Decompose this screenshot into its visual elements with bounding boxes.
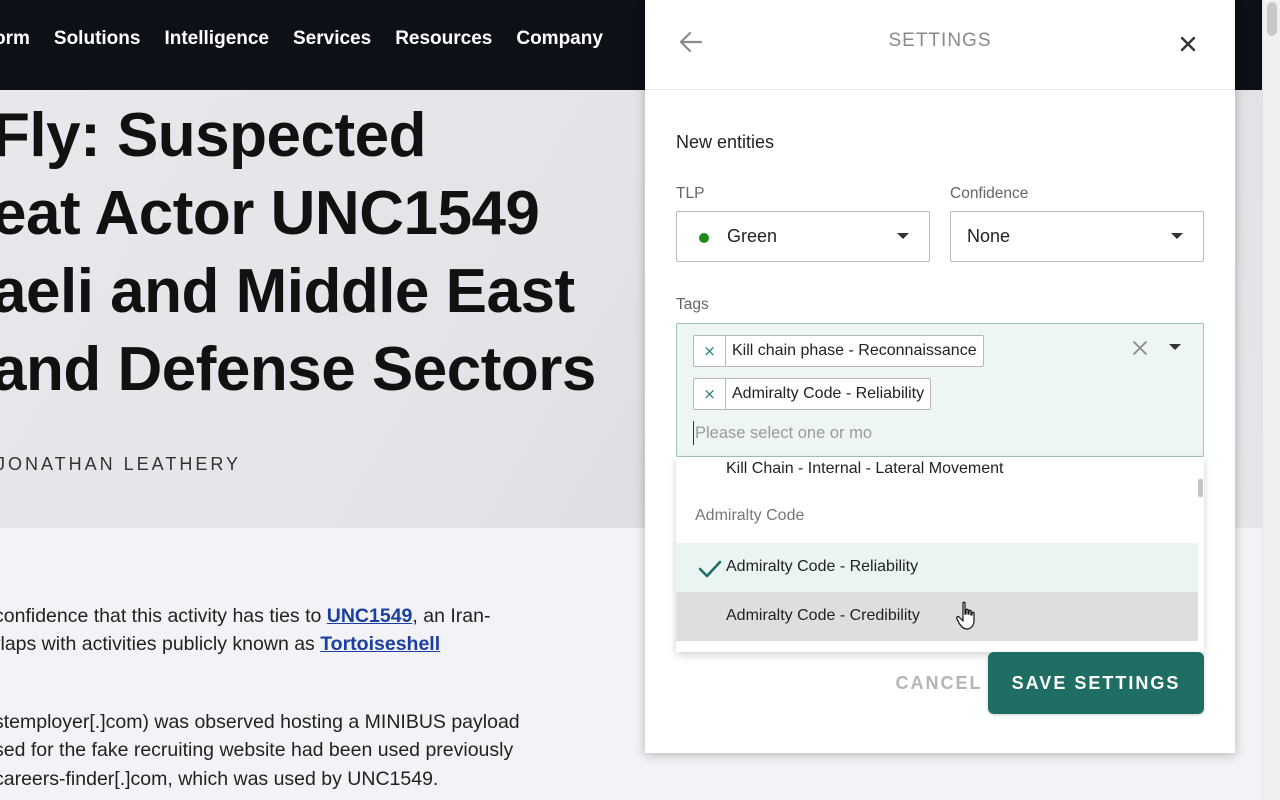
chevron-down-icon[interactable] (1169, 344, 1181, 350)
confidence-label: Confidence (950, 185, 1029, 202)
article-text: confidence that this activity has ties t… (0, 605, 327, 627)
dropdown-option-label: Admiralty Code - Reliability (726, 558, 919, 575)
dropdown-scrollbar[interactable] (1198, 479, 1203, 497)
tag-chip-label: Admiralty Code - Reliability (732, 385, 925, 402)
tag-chip: × Kill chain phase - Reconnaissance (693, 335, 984, 367)
clear-all-icon[interactable] (1130, 338, 1150, 358)
dropdown-option[interactable]: Kill Chain - Internal - Lateral Movement (676, 457, 1198, 494)
tlp-label: TLP (676, 185, 705, 202)
nav-item-intelligence[interactable]: Intelligence (164, 28, 269, 50)
article-author: JONATHAN LEATHERY (0, 454, 242, 474)
tortoiseshell-link[interactable]: Tortoiseshell (320, 633, 440, 655)
nav-item-services[interactable]: Services (293, 28, 371, 50)
page-scrollbar-thumb[interactable] (1267, 2, 1277, 36)
dropdown-option-label: Admiralty Code - Credibility (726, 607, 920, 624)
close-button[interactable] (1176, 32, 1200, 56)
confidence-select[interactable]: None (950, 211, 1204, 262)
remove-tag-icon[interactable]: × (694, 336, 726, 366)
tlp-select[interactable]: Green (676, 211, 930, 262)
dropdown-option-label: Kill Chain - Internal - Lateral Movement (726, 460, 1004, 477)
nav-item-platform[interactable]: orm (0, 28, 30, 50)
section-title: New entities (676, 132, 775, 152)
tags-multiselect[interactable]: × Kill chain phase - Reconnaissance × Ad… (676, 323, 1204, 457)
article-title-line-1: Fly: Suspected (0, 101, 427, 170)
nav-menu: orm Solutions Intelligence Services Reso… (0, 28, 603, 50)
tag-chip-label: Kill chain phase - Reconnaissance (732, 342, 977, 359)
article-title-line-4: and Defense Sectors (0, 335, 596, 404)
dropdown-option-hovered[interactable]: Admiralty Code - Credibility (676, 592, 1198, 641)
article-paragraph-line: careers-finder[.]com, which was used by … (0, 768, 439, 790)
checkmark-icon (698, 560, 722, 578)
article-text: rlaps with activities publicly known as (0, 633, 321, 655)
tags-dropdown: Kill Chain - Internal - Lateral Movement… (676, 457, 1204, 652)
tlp-green-dot-icon (699, 233, 709, 243)
close-icon (1180, 36, 1196, 52)
article-text: , an Iran- (412, 605, 491, 627)
page-scrollbar[interactable] (1262, 0, 1280, 800)
article-paragraph-line: stemployer[.]com) was observed hosting a… (0, 711, 520, 733)
article-paragraph-line: sed for the fake recruiting website had … (0, 739, 514, 761)
nav-item-solutions[interactable]: Solutions (54, 28, 141, 50)
tag-chip: × Admiralty Code - Reliability (693, 378, 932, 410)
article-paragraph-line: rlaps with activities publicly known as … (0, 633, 440, 656)
nav-item-resources[interactable]: Resources (395, 28, 492, 50)
chevron-down-icon (1171, 233, 1183, 239)
dropdown-option-selected[interactable]: Admiralty Code - Reliability (676, 543, 1198, 592)
unc1549-link[interactable]: UNC1549 (327, 605, 413, 627)
tags-search-input[interactable] (693, 421, 875, 445)
chevron-down-icon (897, 233, 909, 239)
settings-header: SETTINGS (645, 0, 1235, 90)
article-paragraph-line: confidence that this activity has ties t… (0, 605, 490, 628)
tags-label: Tags (676, 296, 709, 313)
nav-item-company[interactable]: Company (516, 28, 603, 50)
settings-panel: SETTINGS New entities TLP Green Confiden… (645, 0, 1235, 753)
settings-title: SETTINGS (888, 30, 992, 51)
article-title-line-3: aeli and Middle East (0, 257, 575, 326)
save-settings-button[interactable]: SAVE SETTINGS (988, 652, 1204, 714)
remove-tag-icon[interactable]: × (694, 379, 726, 409)
hand-cursor-icon (956, 601, 975, 630)
dropdown-group-label: Admiralty Code (695, 507, 805, 524)
tlp-value: Green (727, 226, 778, 246)
confidence-value: None (967, 226, 1011, 246)
article-title-line-2: eat Actor UNC1549 (0, 179, 540, 248)
